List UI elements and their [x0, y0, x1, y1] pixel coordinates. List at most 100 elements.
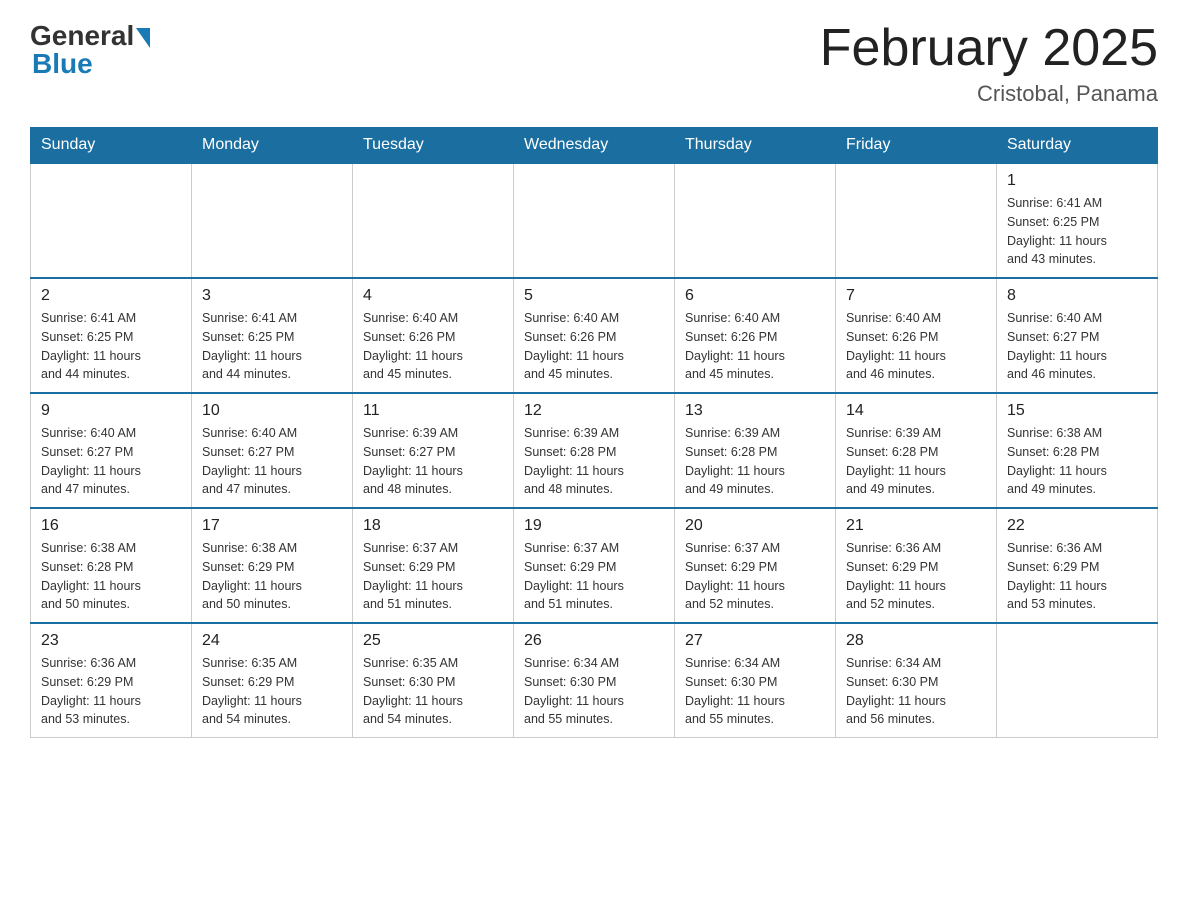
day-info: Sunrise: 6:37 AMSunset: 6:29 PMDaylight:…: [363, 539, 503, 614]
day-number: 21: [846, 517, 986, 535]
day-info: Sunrise: 6:36 AMSunset: 6:29 PMDaylight:…: [846, 539, 986, 614]
calendar-week-row: 1Sunrise: 6:41 AMSunset: 6:25 PMDaylight…: [31, 163, 1158, 278]
day-number: 27: [685, 632, 825, 650]
day-info: Sunrise: 6:38 AMSunset: 6:28 PMDaylight:…: [41, 539, 181, 614]
calendar-cell: 1Sunrise: 6:41 AMSunset: 6:25 PMDaylight…: [997, 163, 1158, 278]
calendar-cell: 12 Sunrise: 6:39 AMSunset: 6:28 PMDayligh…: [514, 393, 675, 508]
calendar-cell: 10 Sunrise: 6:40 AMSunset: 6:27 PMDayligh…: [192, 393, 353, 508]
calendar-cell: 18 Sunrise: 6:37 AMSunset: 6:29 PMDayligh…: [353, 508, 514, 623]
day-number: 15: [1007, 402, 1147, 420]
calendar-cell: 16Sunrise: 6:38 AMSunset: 6:28 PMDayligh…: [31, 508, 192, 623]
calendar-cell: 7 Sunrise: 6:40 AMSunset: 6:26 PMDaylight…: [836, 278, 997, 393]
day-info: Sunrise: 6:41 AMSunset: 6:25 PMDaylight:…: [41, 309, 181, 384]
calendar-week-row: 23 Sunrise: 6:36 AMSunset: 6:29 PMDayligh…: [31, 623, 1158, 738]
day-info: Sunrise: 6:40 AMSunset: 6:27 PMDaylight:…: [202, 424, 342, 499]
day-number: 28: [846, 632, 986, 650]
day-info: Sunrise: 6:34 AMSunset: 6:30 PMDaylight:…: [846, 654, 986, 729]
calendar-cell: 21 Sunrise: 6:36 AMSunset: 6:29 PMDayligh…: [836, 508, 997, 623]
day-info: Sunrise: 6:39 AMSunset: 6:28 PMDaylight:…: [524, 424, 664, 499]
day-number: 20: [685, 517, 825, 535]
calendar-header-monday: Monday: [192, 128, 353, 164]
day-info: Sunrise: 6:40 AMSunset: 6:26 PMDaylight:…: [685, 309, 825, 384]
calendar-header-row: SundayMondayTuesdayWednesdayThursdayFrid…: [31, 128, 1158, 164]
calendar-cell: 26Sunrise: 6:34 AMSunset: 6:30 PMDayligh…: [514, 623, 675, 738]
calendar-cell: [192, 163, 353, 278]
calendar-cell: [997, 623, 1158, 738]
calendar-cell: [836, 163, 997, 278]
calendar-header-saturday: Saturday: [997, 128, 1158, 164]
location: Cristobal, Panama: [820, 81, 1158, 107]
day-number: 17: [202, 517, 342, 535]
calendar-cell: 15 Sunrise: 6:38 AMSunset: 6:28 PMDayligh…: [997, 393, 1158, 508]
day-number: 12: [524, 402, 664, 420]
day-info: Sunrise: 6:40 AMSunset: 6:26 PMDaylight:…: [846, 309, 986, 384]
calendar-cell: 2 Sunrise: 6:41 AMSunset: 6:25 PMDaylight…: [31, 278, 192, 393]
day-number: 9: [41, 402, 181, 420]
day-number: 10: [202, 402, 342, 420]
calendar-cell: 8 Sunrise: 6:40 AMSunset: 6:27 PMDaylight…: [997, 278, 1158, 393]
calendar-cell: 28 Sunrise: 6:34 AMSunset: 6:30 PMDayligh…: [836, 623, 997, 738]
day-number: 22: [1007, 517, 1147, 535]
month-title: February 2025: [820, 20, 1158, 77]
day-number: 6: [685, 287, 825, 305]
day-info: Sunrise: 6:40 AMSunset: 6:26 PMDaylight:…: [524, 309, 664, 384]
title-section: February 2025 Cristobal, Panama: [820, 20, 1158, 107]
logo-blue-text: Blue: [32, 48, 93, 80]
day-info: Sunrise: 6:37 AMSunset: 6:29 PMDaylight:…: [524, 539, 664, 614]
calendar-cell: 11Sunrise: 6:39 AMSunset: 6:27 PMDayligh…: [353, 393, 514, 508]
calendar-cell: 25 Sunrise: 6:35 AMSunset: 6:30 PMDayligh…: [353, 623, 514, 738]
calendar-week-row: 2 Sunrise: 6:41 AMSunset: 6:25 PMDaylight…: [31, 278, 1158, 393]
day-number: 14: [846, 402, 986, 420]
day-number: 5: [524, 287, 664, 305]
calendar-header-thursday: Thursday: [675, 128, 836, 164]
day-info: Sunrise: 6:40 AMSunset: 6:27 PMDaylight:…: [41, 424, 181, 499]
calendar-header-sunday: Sunday: [31, 128, 192, 164]
calendar-week-row: 16Sunrise: 6:38 AMSunset: 6:28 PMDayligh…: [31, 508, 1158, 623]
calendar-cell: 27 Sunrise: 6:34 AMSunset: 6:30 PMDayligh…: [675, 623, 836, 738]
calendar-cell: 17 Sunrise: 6:38 AMSunset: 6:29 PMDayligh…: [192, 508, 353, 623]
calendar-cell: 6 Sunrise: 6:40 AMSunset: 6:26 PMDaylight…: [675, 278, 836, 393]
day-info: Sunrise: 6:35 AMSunset: 6:30 PMDaylight:…: [363, 654, 503, 729]
calendar-cell: 19 Sunrise: 6:37 AMSunset: 6:29 PMDayligh…: [514, 508, 675, 623]
day-info: Sunrise: 6:38 AMSunset: 6:28 PMDaylight:…: [1007, 424, 1147, 499]
calendar-table: SundayMondayTuesdayWednesdayThursdayFrid…: [30, 127, 1158, 738]
calendar-cell: 20 Sunrise: 6:37 AMSunset: 6:29 PMDayligh…: [675, 508, 836, 623]
calendar-cell: [31, 163, 192, 278]
calendar-cell: 24 Sunrise: 6:35 AMSunset: 6:29 PMDayligh…: [192, 623, 353, 738]
logo: General Blue: [30, 20, 150, 80]
logo-triangle-icon: [136, 28, 150, 48]
calendar-cell: [514, 163, 675, 278]
day-info: Sunrise: 6:40 AMSunset: 6:27 PMDaylight:…: [1007, 309, 1147, 384]
calendar-cell: [675, 163, 836, 278]
calendar-cell: 13 Sunrise: 6:39 AMSunset: 6:28 PMDayligh…: [675, 393, 836, 508]
day-number: 18: [363, 517, 503, 535]
day-number: 11: [363, 402, 503, 420]
calendar-cell: 3Sunrise: 6:41 AMSunset: 6:25 PMDaylight…: [192, 278, 353, 393]
day-info: Sunrise: 6:39 AMSunset: 6:28 PMDaylight:…: [685, 424, 825, 499]
calendar-cell: 5 Sunrise: 6:40 AMSunset: 6:26 PMDaylight…: [514, 278, 675, 393]
calendar-cell: [353, 163, 514, 278]
day-info: Sunrise: 6:36 AMSunset: 6:29 PMDaylight:…: [41, 654, 181, 729]
calendar-cell: 23 Sunrise: 6:36 AMSunset: 6:29 PMDayligh…: [31, 623, 192, 738]
calendar-cell: 14Sunrise: 6:39 AMSunset: 6:28 PMDayligh…: [836, 393, 997, 508]
day-number: 8: [1007, 287, 1147, 305]
calendar-week-row: 9 Sunrise: 6:40 AMSunset: 6:27 PMDaylight…: [31, 393, 1158, 508]
day-number: 13: [685, 402, 825, 420]
day-info: Sunrise: 6:40 AMSunset: 6:26 PMDaylight:…: [363, 309, 503, 384]
day-info: Sunrise: 6:35 AMSunset: 6:29 PMDaylight:…: [202, 654, 342, 729]
calendar-cell: 22Sunrise: 6:36 AMSunset: 6:29 PMDayligh…: [997, 508, 1158, 623]
calendar-cell: 9 Sunrise: 6:40 AMSunset: 6:27 PMDaylight…: [31, 393, 192, 508]
day-number: 4: [363, 287, 503, 305]
day-number: 7: [846, 287, 986, 305]
day-info: Sunrise: 6:34 AMSunset: 6:30 PMDaylight:…: [685, 654, 825, 729]
day-number: 24: [202, 632, 342, 650]
day-number: 23: [41, 632, 181, 650]
day-info: Sunrise: 6:38 AMSunset: 6:29 PMDaylight:…: [202, 539, 342, 614]
day-info: Sunrise: 6:37 AMSunset: 6:29 PMDaylight:…: [685, 539, 825, 614]
day-number: 3: [202, 287, 342, 305]
calendar-header-friday: Friday: [836, 128, 997, 164]
day-info: Sunrise: 6:34 AMSunset: 6:30 PMDaylight:…: [524, 654, 664, 729]
day-number: 25: [363, 632, 503, 650]
day-number: 2: [41, 287, 181, 305]
day-number: 19: [524, 517, 664, 535]
